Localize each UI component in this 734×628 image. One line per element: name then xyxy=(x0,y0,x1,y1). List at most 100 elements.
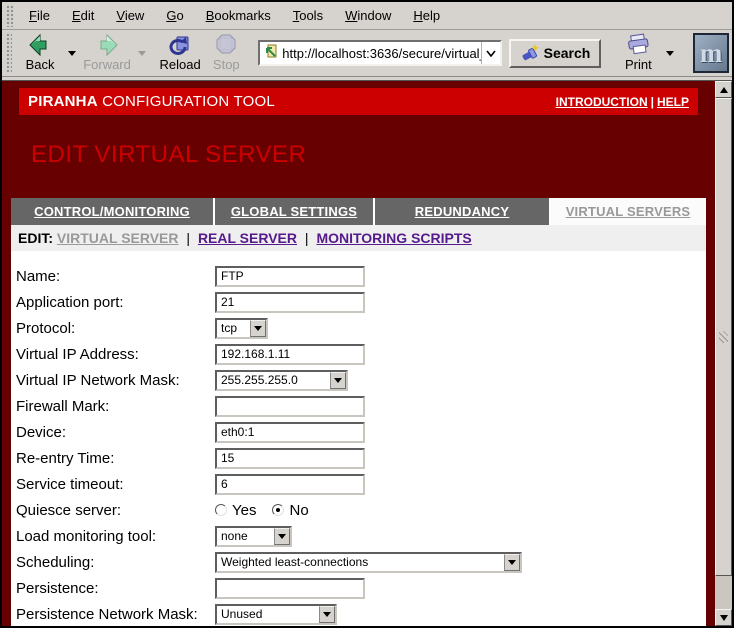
menu-edit[interactable]: Edit xyxy=(61,8,105,23)
field-label-name: Name: xyxy=(16,268,215,285)
name-input[interactable] xyxy=(215,266,365,287)
print-button[interactable]: Print xyxy=(615,32,661,74)
subnav-real-server[interactable]: REAL SERVER xyxy=(198,230,297,246)
toolbar-grip-handle[interactable] xyxy=(5,4,13,27)
back-label: Back xyxy=(26,57,55,72)
mozilla-m-logo-icon: m xyxy=(700,40,723,67)
firewall-mark-input[interactable] xyxy=(215,396,365,417)
field-label-load-monitoring-tool: Load monitoring tool: xyxy=(16,528,215,545)
app-title-bold: PIRANHA xyxy=(28,93,98,110)
field-label-persistence-network-mask: Persistence Network Mask: xyxy=(16,606,215,623)
toolbar-grip-handle[interactable] xyxy=(5,32,12,74)
tab-bar: CONTROL/MONITORING GLOBAL SETTINGS REDUNDA… xyxy=(11,198,706,225)
introduction-link[interactable]: INTRODUCTION xyxy=(556,95,648,109)
tab-virtual-servers[interactable]: VIRTUAL SERVERS xyxy=(551,198,705,225)
print-dropdown-icon[interactable] xyxy=(666,51,674,56)
field-label-re-entry-time: Re-entry Time: xyxy=(16,450,215,467)
search-button[interactable]: Search xyxy=(509,39,602,68)
device-input[interactable] xyxy=(215,422,365,443)
menu-tools[interactable]: Tools xyxy=(282,8,334,23)
persistence-input[interactable] xyxy=(215,578,365,599)
scroll-up-button[interactable] xyxy=(715,81,732,98)
reload-label: Reload xyxy=(160,57,201,72)
re-entry-time-input[interactable] xyxy=(215,448,365,469)
field-label-application-port: Application port: xyxy=(16,294,215,311)
tab-control-monitoring[interactable]: CONTROL/MONITORING xyxy=(11,198,213,225)
form-row-load-monitoring-tool: Load monitoring tool:none xyxy=(16,523,706,549)
field-label-persistence: Persistence: xyxy=(16,580,215,597)
dropdown-arrow-icon[interactable] xyxy=(319,606,335,623)
tab-label: REDUNDANCY xyxy=(415,204,509,219)
radio-button[interactable] xyxy=(215,504,227,516)
service-timeout-input[interactable] xyxy=(215,474,365,495)
bookmark-page-icon[interactable] xyxy=(264,44,278,63)
url-dropdown-button[interactable] xyxy=(481,42,500,64)
back-button[interactable]: Back xyxy=(17,32,63,74)
subnav-prefix: EDIT: xyxy=(18,230,53,246)
browser-window: { "browser": { "menu": ["File", "Edit", … xyxy=(0,0,734,628)
field-label-virtual-ip-network-mask: Virtual IP Network Mask: xyxy=(16,372,215,389)
piranha-page: PIRANHA CONFIGURATION TOOL INTRODUCTION|… xyxy=(2,81,715,626)
down-arrow-icon xyxy=(720,615,728,621)
quiesce-server-radio-no[interactable]: No xyxy=(272,502,308,519)
tab-label: VIRTUAL SERVERS xyxy=(566,204,691,219)
vertical-scrollbar[interactable] xyxy=(715,81,732,626)
persistence-network-mask-dropdown[interactable]: Unused xyxy=(215,604,337,625)
back-history-dropdown-icon[interactable] xyxy=(68,51,76,56)
tab-redundancy[interactable]: REDUNDANCY xyxy=(375,198,549,225)
dropdown-arrow-icon[interactable] xyxy=(274,528,290,545)
url-input[interactable] xyxy=(282,42,480,64)
scheduling-dropdown[interactable]: Weighted least-connections xyxy=(215,552,522,573)
tab-label: GLOBAL SETTINGS xyxy=(231,204,357,219)
dropdown-arrow-icon[interactable] xyxy=(330,372,346,389)
help-link[interactable]: HELP xyxy=(657,95,689,109)
printer-icon xyxy=(625,33,651,57)
menu-file[interactable]: File xyxy=(18,8,61,23)
menu-bookmarks[interactable]: Bookmarks xyxy=(195,8,282,23)
forward-history-dropdown-icon[interactable] xyxy=(138,51,146,56)
radio-label: No xyxy=(289,502,308,519)
form-row-virtual-ip-network-mask: Virtual IP Network Mask:255.255.255.0 xyxy=(16,367,706,393)
navigation-toolbar: Back Forward Reload Stop xyxy=(2,30,732,77)
scroll-down-button[interactable] xyxy=(715,609,732,626)
print-label: Print xyxy=(625,57,652,72)
stop-button[interactable]: Stop xyxy=(203,32,249,74)
virtual-ip-network-mask-dropdown[interactable]: 255.255.255.0 xyxy=(215,370,348,391)
radio-button[interactable] xyxy=(272,504,284,516)
up-arrow-icon xyxy=(720,87,728,93)
form-row-protocol: Protocol:tcp xyxy=(16,315,706,341)
virtual-server-form: Name: Application port: Protocol:tcp Virtua… xyxy=(11,251,706,626)
dropdown-selected-value: Weighted least-connections xyxy=(217,554,504,571)
link-separator: | xyxy=(648,95,657,109)
virtual-ip-address-input[interactable] xyxy=(215,344,365,365)
subnav-bar: EDIT: VIRTUAL SERVER | REAL SERVER | MON… xyxy=(11,225,706,251)
app-title-rest: CONFIGURATION TOOL xyxy=(98,93,275,110)
form-fields: Name: Application port: Protocol:tcp Virtua… xyxy=(16,263,706,626)
subnav-virtual-server: VIRTUAL SERVER xyxy=(57,230,179,246)
subnav-separator: | xyxy=(179,230,198,246)
menu-help[interactable]: Help xyxy=(402,8,451,23)
dropdown-arrow-icon[interactable] xyxy=(250,320,266,337)
reload-button[interactable]: Reload xyxy=(157,32,203,74)
dropdown-arrow-icon[interactable] xyxy=(504,554,520,571)
quiesce-server-radio-yes[interactable]: Yes xyxy=(215,502,256,519)
tab-global-settings[interactable]: GLOBAL SETTINGS xyxy=(215,198,373,225)
menu-go[interactable]: Go xyxy=(155,8,194,23)
dropdown-selected-value: 255.255.255.0 xyxy=(217,372,330,389)
menu-view[interactable]: View xyxy=(105,8,155,23)
field-label-service-timeout: Service timeout: xyxy=(16,476,215,493)
subnav-monitoring-scripts[interactable]: MONITORING SCRIPTS xyxy=(316,230,471,246)
form-row-re-entry-time: Re-entry Time: xyxy=(16,445,706,471)
application-port-input[interactable] xyxy=(215,292,365,313)
load-monitoring-tool-dropdown[interactable]: none xyxy=(215,526,292,547)
menu-window[interactable]: Window xyxy=(334,8,402,23)
mozilla-logo-button[interactable]: m xyxy=(693,33,729,73)
forward-button[interactable]: Forward xyxy=(81,32,133,74)
field-label-virtual-ip-address: Virtual IP Address: xyxy=(16,346,215,363)
scrollbar-thumb[interactable] xyxy=(715,98,732,576)
menu-bar-items: FileEditViewGoBookmarksToolsWindowHelp xyxy=(18,8,451,23)
dropdown-selected-value: Unused xyxy=(217,606,319,623)
protocol-dropdown[interactable]: tcp xyxy=(215,318,268,339)
dropdown-selected-value: none xyxy=(217,528,274,545)
forward-icon xyxy=(94,33,120,57)
